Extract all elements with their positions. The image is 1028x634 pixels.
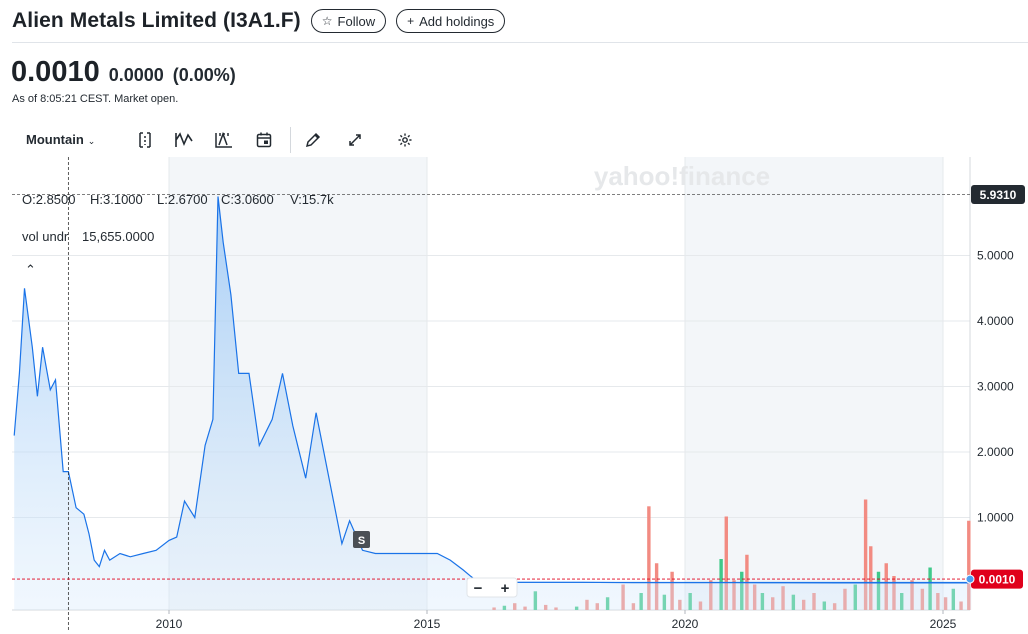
ohlc-volume: V:15.7k — [290, 192, 334, 207]
zoom-controls: − + — [466, 577, 518, 598]
plus-icon: + — [407, 14, 415, 28]
watermark: yahoo!finance — [594, 161, 770, 191]
calendar-events-icon[interactable] — [253, 129, 275, 151]
y-tick-label: 1.0000 — [977, 511, 1014, 525]
ohlc-high: H:3.1000 — [90, 192, 143, 207]
add-holdings-label: Add holdings — [419, 13, 495, 29]
follow-label: Follow — [337, 13, 376, 29]
current-price: 0.0010 — [11, 56, 100, 88]
star-icon: ☆ — [321, 14, 333, 28]
ohlc-low: L:2.6700 — [157, 192, 208, 207]
indicator-name: vol undr — [22, 229, 69, 244]
y-tick-label: 3.0000 — [977, 380, 1014, 394]
x-tick-label: 2010 — [156, 617, 183, 631]
indicator-legend: vol undr 15,655.0000 — [22, 229, 154, 244]
chart-type-label: Mountain — [26, 132, 84, 147]
page-title: Alien Metals Limited (I3A1.F) — [12, 9, 301, 32]
last-price-tag: 0.0010 — [971, 569, 1023, 589]
expand-icon[interactable] — [344, 129, 366, 151]
y-tick-label: 2.0000 — [977, 445, 1014, 459]
ohlc-open: O:2.8500 — [22, 192, 76, 207]
crosshair-price-tag: 5.9310 — [971, 185, 1025, 205]
event-marker-label: S — [358, 535, 365, 547]
indicator-value: 15,655.0000 — [82, 229, 154, 244]
zoom-in-button[interactable]: + — [501, 580, 510, 597]
chart-toolbar: Mountain ⌄ — [0, 125, 440, 155]
indicators-icon[interactable] — [173, 129, 195, 151]
last-price-label: 0.0010 — [979, 573, 1016, 587]
chart-type-dropdown[interactable]: Mountain ⌄ — [26, 132, 95, 147]
x-tick-label: 2015 — [414, 617, 441, 631]
toolbar-divider — [290, 127, 291, 153]
x-tick-label: 2025 — [930, 617, 957, 631]
header: Alien Metals Limited (I3A1.F) ☆ Follow +… — [12, 6, 506, 36]
crosshair-price-label: 5.9310 — [980, 188, 1017, 202]
settings-icon[interactable] — [394, 129, 416, 151]
collapse-legend-icon[interactable]: ⌃ — [25, 262, 36, 277]
follow-button[interactable]: ☆ Follow — [310, 9, 387, 33]
event-marker-split[interactable]: S — [353, 531, 370, 548]
zoom-out-button[interactable]: − — [474, 580, 483, 597]
y-tick-label: 5.0000 — [977, 249, 1014, 263]
header-divider — [12, 42, 1028, 43]
quote-timestamp: As of 8:05:21 CEST. Market open. — [12, 93, 179, 105]
add-holdings-button[interactable]: + Add holdings — [396, 9, 506, 33]
x-tick-label: 2020 — [672, 617, 699, 631]
comparison-icon[interactable] — [213, 129, 235, 151]
price-change-percent: (0.00%) — [172, 65, 236, 85]
date-range-icon[interactable] — [134, 129, 156, 151]
draw-icon[interactable] — [302, 129, 324, 151]
y-tick-label: 4.0000 — [977, 314, 1014, 328]
chevron-down-icon: ⌄ — [87, 136, 96, 146]
last-price-dot — [965, 574, 975, 584]
quote-summary: 0.0010 0.0000 (0.00%) — [11, 56, 236, 89]
price-change: 0.0000 — [108, 65, 164, 85]
period-band — [685, 157, 943, 610]
ohlc-close: C:3.0600 — [221, 192, 274, 207]
price-chart[interactable]: yahoo!finance 5.0000 4.0000 3.0000 2.0000 1.… — [0, 157, 1028, 634]
